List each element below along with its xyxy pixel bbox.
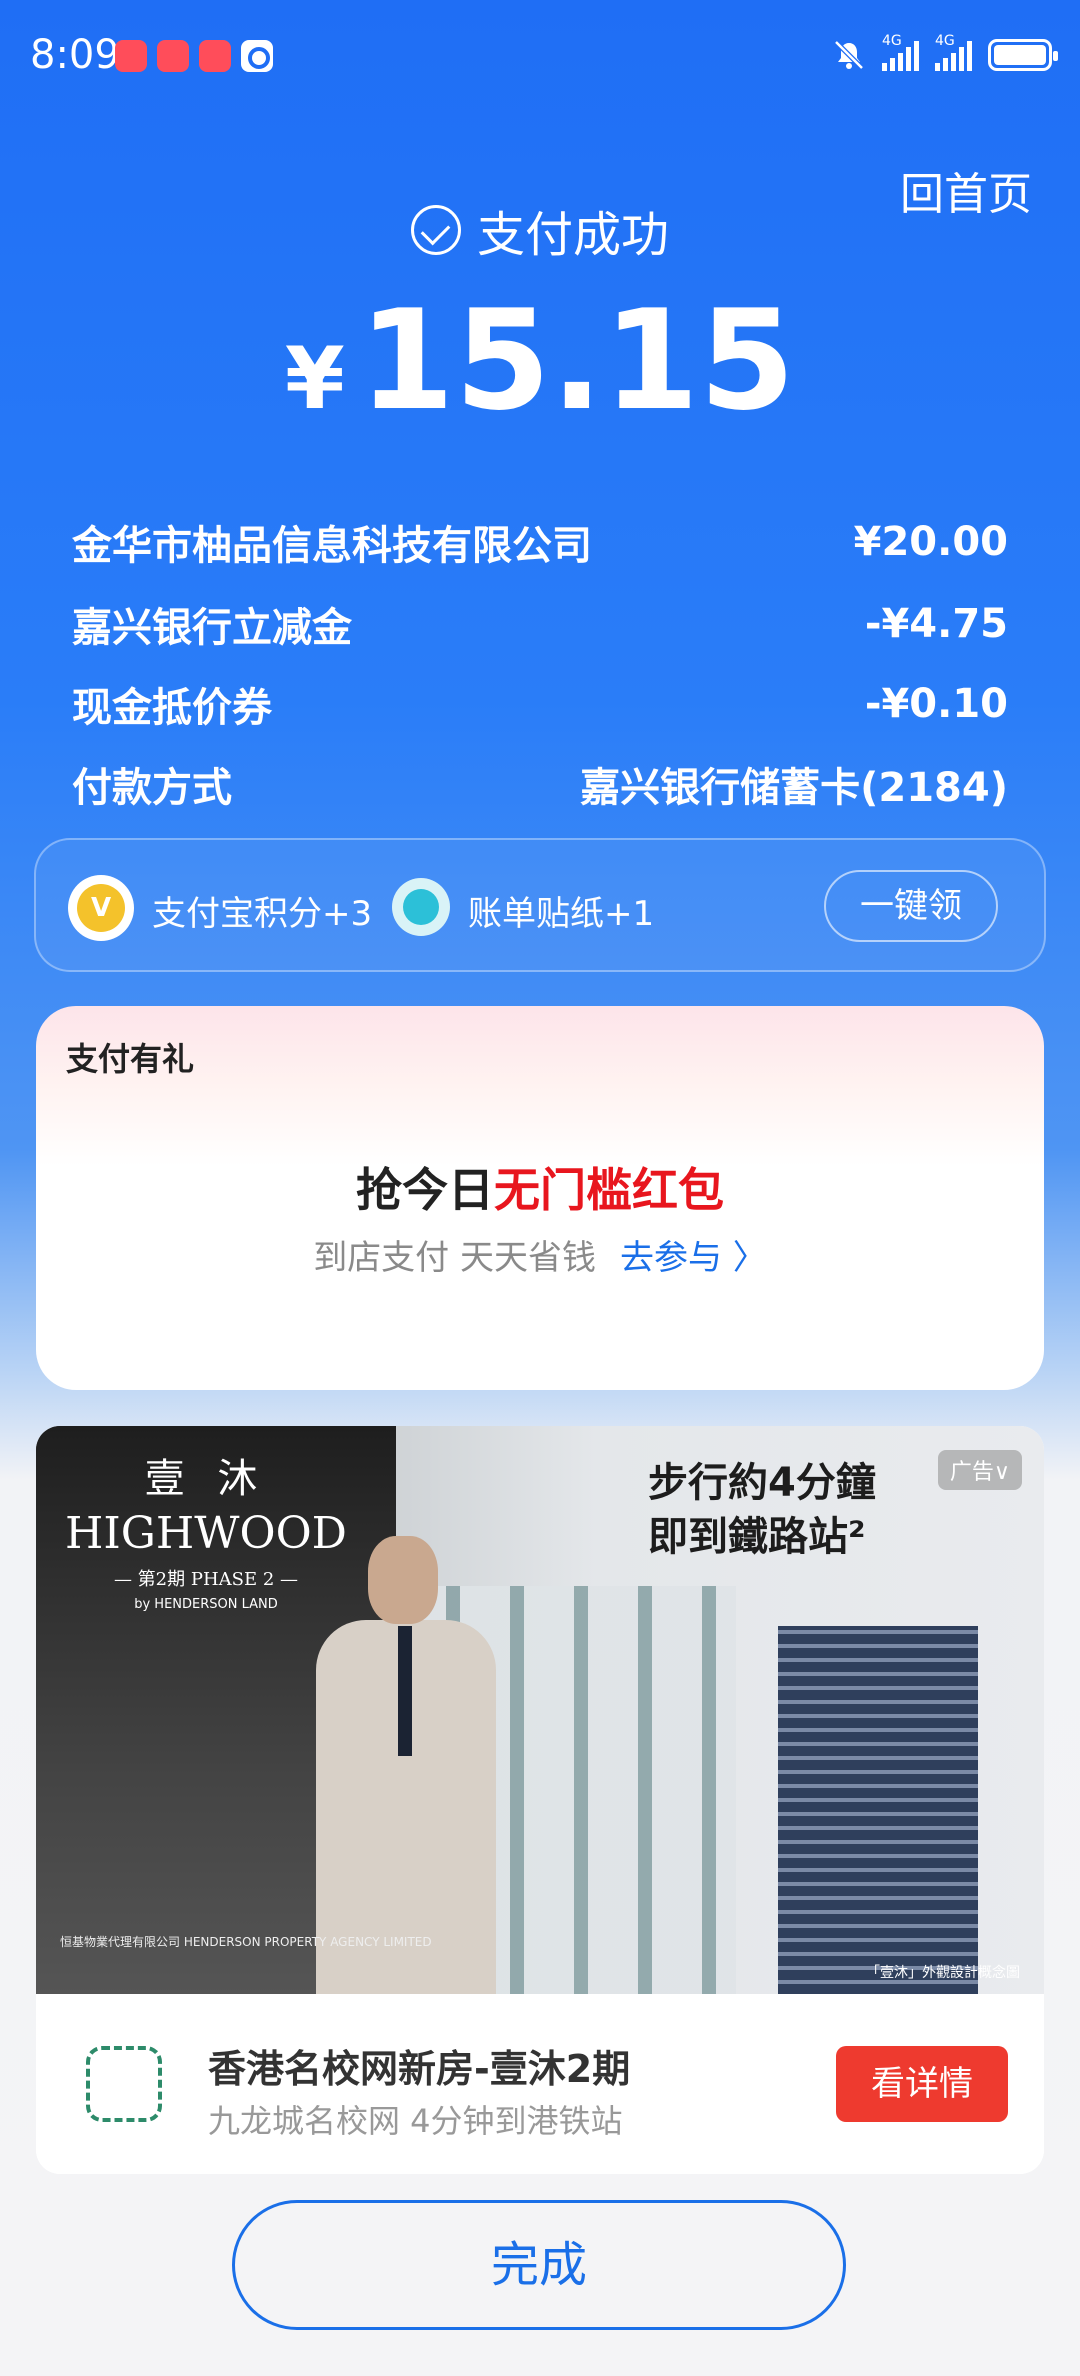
app-notification-icon — [199, 40, 231, 72]
currency-symbol: ¥ — [284, 329, 345, 429]
app-notification-icon — [241, 40, 273, 72]
detail-value: -¥4.75 — [864, 601, 1008, 647]
detail-row-payment-method: 付款方式 嘉兴银行储蓄卡(2184) — [72, 744, 1008, 824]
detail-label: 金华市柚品信息科技有限公司 — [72, 523, 592, 569]
detail-label: 嘉兴银行立减金 — [72, 605, 352, 651]
gift-headline-highlight: 无门槛红包 — [494, 1163, 724, 1217]
points-coin-icon — [68, 875, 134, 941]
detail-label: 现金抵价券 — [72, 685, 272, 731]
ad-info-row: 香港名校网新房-壹沐2期 九龙城名校网 4分钟到港铁站 看详情 — [36, 1994, 1044, 2174]
ad-card[interactable]: 壹 沐 HIGHWOOD — 第2期 PHASE 2 — by HENDERSO… — [36, 1426, 1044, 2174]
status-indicators: 4G 4G — [832, 33, 1058, 72]
sticker-reward-label: 账单贴纸+1 — [468, 894, 655, 934]
ad-caption: 「壹沐」外觀設計概念圖 — [866, 1965, 1020, 1981]
detail-row-merchant: 金华市柚品信息科技有限公司 ¥20.00 — [72, 500, 1008, 584]
detail-row-coupon: 现金抵价券 -¥0.10 — [72, 664, 1008, 744]
amount-value: 15.15 — [358, 280, 796, 441]
signal-icon: 4G — [935, 33, 972, 71]
claim-all-button[interactable]: 一键领 — [824, 870, 998, 942]
gift-subline: 到店支付 天天省钱 去参与 〉 — [36, 1230, 1044, 1279]
detail-value: -¥0.10 — [864, 681, 1008, 727]
ad-headline: 步行約4分鐘 即到鐵路站² — [648, 1460, 876, 1560]
gift-headline: 抢今日无门槛红包 — [36, 1154, 1044, 1220]
ad-title: 香港名校网新房-壹沐2期 — [208, 2047, 631, 2091]
done-button[interactable]: 完成 — [232, 2200, 846, 2330]
ad-banner-image[interactable]: 壹 沐 HIGHWOOD — 第2期 PHASE 2 — by HENDERSO… — [36, 1426, 1044, 1994]
gift-card-title: 支付有礼 — [66, 1040, 195, 1078]
view-details-button[interactable]: 看详情 — [836, 2046, 1008, 2122]
ad-app-icon — [86, 2046, 162, 2122]
gift-headline-prefix: 抢今日 — [356, 1163, 494, 1217]
ad-badge[interactable]: 广告∨ — [937, 1450, 1022, 1490]
detail-label: 付款方式 — [72, 765, 232, 811]
detail-row-bank-discount: 嘉兴银行立减金 -¥4.75 — [72, 584, 1008, 664]
payment-gift-card[interactable]: 支付有礼 抢今日无门槛红包 到店支付 天天省钱 去参与 〉 — [36, 1006, 1044, 1390]
gift-subtext: 到店支付 天天省钱 — [313, 1238, 596, 1278]
points-reward-label: 支付宝积分+3 — [152, 894, 373, 934]
mute-icon — [834, 40, 864, 70]
app-notification-icon — [157, 40, 189, 72]
sticker-icon — [392, 878, 450, 936]
ad-subtitle: 九龙城名校网 4分钟到港铁站 — [208, 2102, 623, 2140]
notification-icons — [115, 40, 273, 72]
battery-icon — [988, 39, 1058, 71]
ad-tower-image — [778, 1626, 978, 1994]
join-link[interactable]: 去参与 〉 — [620, 1238, 767, 1278]
payment-details: 金华市柚品信息科技有限公司 ¥20.00 嘉兴银行立减金 -¥4.75 现金抵价… — [72, 500, 1008, 824]
status-time: 8:09 — [30, 32, 120, 78]
payment-amount: ¥ 15.15 — [0, 280, 1080, 441]
signal-icon: 4G — [882, 33, 919, 71]
detail-value: ¥20.00 — [853, 519, 1008, 565]
status-text: 支付成功 — [476, 207, 669, 263]
status-bar: 8:09 4G 4G — [0, 0, 1080, 118]
rewards-bar: 支付宝积分+3 账单贴纸+1 一键领 — [34, 838, 1046, 972]
check-circle-icon — [410, 205, 461, 255]
payment-status: 支付成功 — [0, 195, 1080, 265]
ad-agency-text: 恒基物業代理有限公司 HENDERSON PROPERTY AGENCY LIM… — [60, 1935, 432, 1949]
ad-brand-logo: 壹 沐 HIGHWOOD — 第2期 PHASE 2 — by HENDERSO… — [65, 1456, 347, 1612]
app-notification-icon — [115, 40, 147, 72]
detail-value: 嘉兴银行储蓄卡(2184) — [580, 765, 1008, 811]
